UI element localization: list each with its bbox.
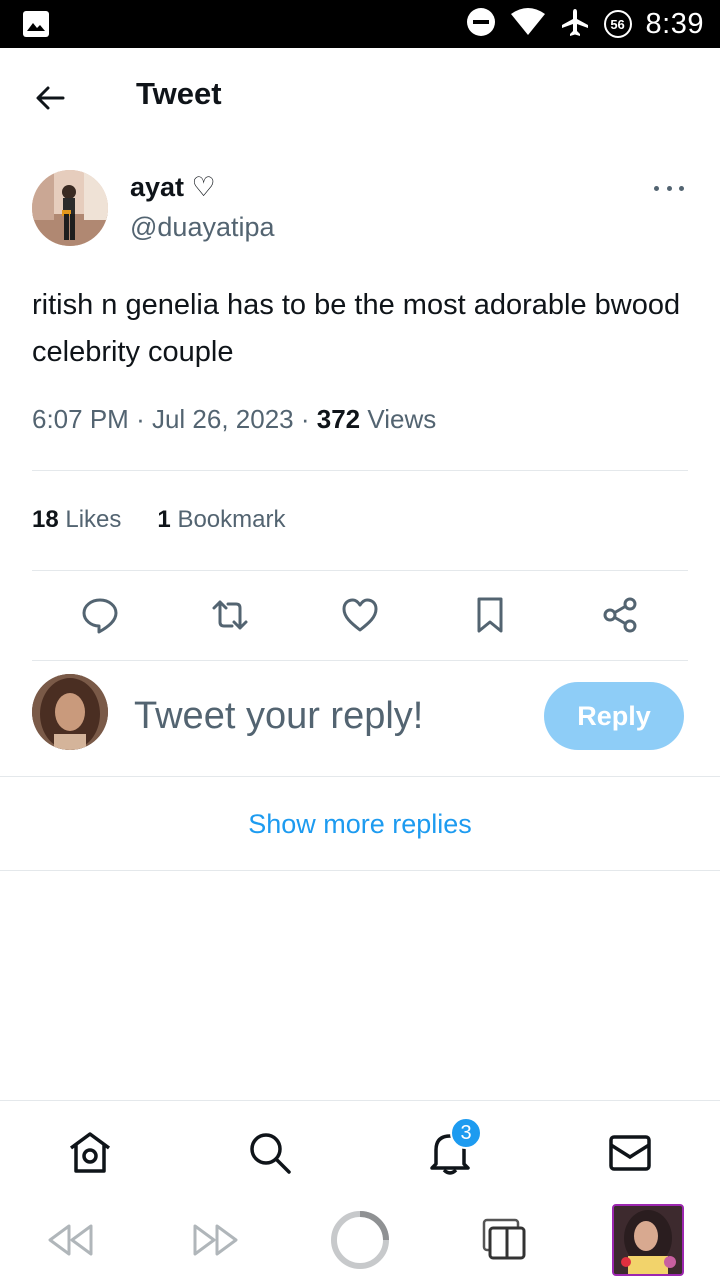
divider <box>32 570 688 571</box>
search-icon[interactable] <box>246 1129 294 1177</box>
rewind-icon[interactable] <box>40 1210 100 1270</box>
separator: · <box>300 404 317 434</box>
divider <box>32 470 688 471</box>
tweet-text: ritish n genelia has to be the most ador… <box>32 289 681 368</box>
airplane-icon <box>560 7 590 42</box>
reply-icon[interactable] <box>78 592 122 638</box>
author-handle[interactable]: @duayatipa <box>130 212 275 243</box>
views-label: Views <box>367 404 437 434</box>
likes-count: 18 <box>32 506 59 533</box>
show-more-replies-link[interactable]: Show more replies <box>0 778 720 870</box>
bottom-nav <box>0 1100 720 1196</box>
tweet-meta: 6:07 PM · Jul 26, 2023 · 372 Views <box>32 404 436 435</box>
tabs-icon[interactable] <box>474 1210 534 1270</box>
browser-toolbar <box>0 1196 720 1280</box>
divider <box>0 776 720 777</box>
wifi-icon <box>510 7 546 41</box>
share-icon[interactable] <box>598 592 642 638</box>
loading-icon[interactable] <box>330 1210 390 1270</box>
tweet-date: Jul 26, 2023 <box>151 404 294 434</box>
profile-avatar[interactable] <box>612 1204 684 1276</box>
author-name[interactable]: ayat ♡ <box>130 172 216 203</box>
likes-stat[interactable]: 18 Likes <box>32 506 121 533</box>
tweet-author: ayat ♡ @duayatipa <box>32 170 688 250</box>
bookmarks-count: 1 <box>157 506 171 533</box>
messages-icon[interactable] <box>606 1129 654 1177</box>
reply-input[interactable] <box>134 688 514 744</box>
notifications-badge: 3 <box>450 1117 482 1149</box>
divider <box>32 660 688 661</box>
page-title: Tweet <box>136 76 222 111</box>
clock: 8:39 <box>645 7 704 40</box>
more-options-icon[interactable] <box>654 178 684 198</box>
divider <box>0 870 720 871</box>
tweet-actions <box>32 592 688 642</box>
views-count: 372 <box>316 404 361 434</box>
back-button[interactable] <box>30 78 70 118</box>
user-avatar[interactable] <box>32 674 108 750</box>
home-icon[interactable] <box>66 1129 114 1177</box>
data-saver-badge: 56 <box>603 10 632 38</box>
dnd-icon <box>466 7 496 42</box>
reply-button[interactable]: Reply <box>544 682 684 750</box>
fast-forward-icon[interactable] <box>186 1210 246 1270</box>
tweet-time: 6:07 PM <box>32 404 129 434</box>
author-avatar[interactable] <box>32 170 108 246</box>
status-bar: 56 8:39 <box>0 0 720 48</box>
image-icon <box>22 10 50 38</box>
reply-composer: Reply <box>0 662 720 776</box>
like-icon[interactable] <box>338 592 382 638</box>
bookmarks-label: Bookmark <box>177 506 286 533</box>
bookmarks-stat[interactable]: 1 Bookmark <box>157 506 285 533</box>
separator: · <box>136 404 152 434</box>
retweet-icon[interactable] <box>208 592 252 638</box>
arrow-left-icon <box>36 86 65 110</box>
bookmark-icon[interactable] <box>468 592 512 638</box>
likes-label: Likes <box>65 506 122 533</box>
tweet-stats: 18 Likes 1 Bookmark <box>32 506 285 534</box>
top-header: Tweet <box>0 48 720 144</box>
